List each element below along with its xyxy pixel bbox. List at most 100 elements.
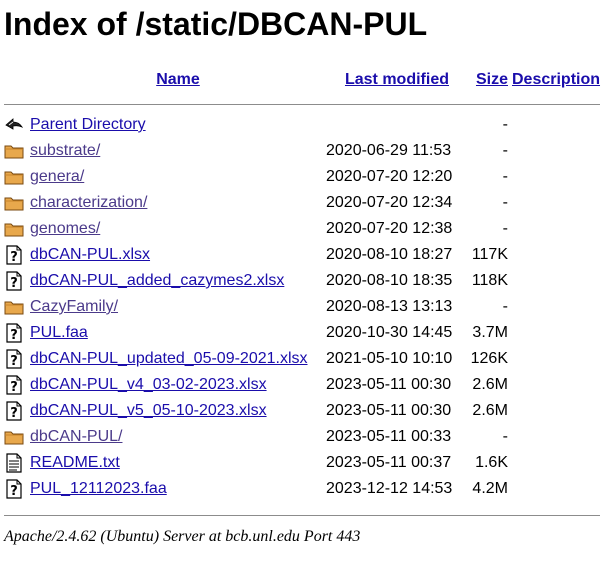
description-cell	[508, 450, 608, 476]
table-row: ? dbCAN-PUL_added_cazymes2.xlsx 2020-08-10…	[4, 268, 608, 294]
icon-cell: ?	[4, 372, 30, 398]
size-column-header: Size	[468, 64, 508, 96]
size-cell: -	[502, 116, 508, 133]
sort-by-description-link[interactable]: Description	[512, 71, 600, 88]
last-modified-cell: 2020-07-20 12:20	[326, 168, 453, 185]
table-row: substrate/2020-06-29 11:53 -	[4, 138, 608, 164]
parent-directory-row: Parent Directory -	[4, 112, 608, 138]
table-row: ? dbCAN-PUL_v4_03-02-2023.xlsx 2023-05-11 …	[4, 372, 608, 398]
parent-directory-link[interactable]: Parent Directory	[30, 116, 146, 133]
unknown-file-icon: ?	[4, 479, 24, 499]
size-cell: 1.6K	[475, 454, 508, 471]
last-modified-cell: 2021-05-10 10:10	[326, 350, 453, 367]
size-cell: 126K	[470, 350, 508, 367]
name-cell: CazyFamily/	[30, 294, 326, 320]
svg-text:?: ?	[10, 380, 18, 395]
directory-listing-page: Index of /static/DBCAN-PUL Name Last mod…	[0, 0, 612, 575]
table-row: ? PUL.faa 2020-10-30 14:45 3.7M	[4, 320, 608, 346]
folder-icon	[4, 193, 24, 213]
last-modified-cell: 2020-08-13 13:13	[326, 298, 453, 315]
name-cell: dbCAN-PUL_v5_05-10-2023.xlsx	[30, 398, 326, 424]
file-link[interactable]: PUL_12112023.faa	[30, 480, 167, 497]
unknown-file-icon: ?	[4, 349, 24, 369]
sort-by-name-link[interactable]: Name	[156, 71, 200, 88]
last-modified-cell: 2023-12-12 14:53	[326, 480, 453, 497]
size-cell: 2.6M	[472, 402, 508, 419]
folder-icon	[4, 141, 24, 161]
svg-text:?: ?	[10, 484, 18, 499]
back-icon	[4, 115, 24, 135]
name-cell: dbCAN-PUL_v4_03-02-2023.xlsx	[30, 372, 326, 398]
svg-text:?: ?	[10, 250, 18, 265]
svg-text:?: ?	[10, 354, 18, 369]
description-cell	[508, 294, 608, 320]
file-link[interactable]: genera/	[30, 168, 84, 185]
last-modified-cell: 2023-05-11 00:37	[326, 454, 452, 471]
last-modified-cell: 2020-10-30 14:45	[326, 324, 453, 341]
file-link[interactable]: dbCAN-PUL_added_cazymes2.xlsx	[30, 272, 284, 289]
file-link[interactable]: dbCAN-PUL_updated_05-09-2021.xlsx	[30, 350, 308, 367]
size-cell: 3.7M	[472, 324, 508, 341]
description-cell	[508, 164, 608, 190]
last-modified-cell: 2020-06-29 11:53	[326, 142, 452, 159]
size-cell: -	[502, 142, 508, 159]
last-modified-cell: 2023-05-11 00:30	[326, 402, 452, 419]
name-cell: Parent Directory	[30, 112, 326, 138]
sort-by-size-link[interactable]: Size	[476, 71, 508, 88]
size-cell: -	[502, 194, 508, 211]
last-modified-column-header: Last modified	[326, 64, 468, 96]
description-cell	[508, 190, 608, 216]
svg-text:?: ?	[10, 406, 18, 421]
icon-cell: ?	[4, 346, 30, 372]
file-link[interactable]: genomes/	[30, 220, 100, 237]
unknown-file-icon: ?	[4, 245, 24, 265]
unknown-file-icon: ?	[4, 401, 24, 421]
file-link[interactable]: characterization/	[30, 194, 147, 211]
size-cell: -	[502, 298, 508, 315]
file-link[interactable]: substrate/	[30, 142, 100, 159]
size-cell: -	[502, 168, 508, 185]
description-cell	[508, 138, 608, 164]
sort-by-last-modified-link[interactable]: Last modified	[345, 71, 449, 88]
footer-divider	[4, 515, 600, 516]
icon-cell	[4, 190, 30, 216]
name-cell: dbCAN-PUL.xlsx	[30, 242, 326, 268]
file-link[interactable]: dbCAN-PUL_v5_05-10-2023.xlsx	[30, 402, 267, 419]
name-cell: dbCAN-PUL_added_cazymes2.xlsx	[30, 268, 326, 294]
file-link[interactable]: PUL.faa	[30, 324, 88, 341]
size-cell: -	[502, 428, 508, 445]
file-link[interactable]: README.txt	[30, 454, 120, 471]
description-cell	[508, 216, 608, 242]
server-signature: Apache/2.4.62 (Ubuntu) Server at bcb.unl…	[4, 528, 361, 545]
table-row: ? dbCAN-PUL_v5_05-10-2023.xlsx 2023-05-11 …	[4, 398, 608, 424]
file-link[interactable]: dbCAN-PUL.xlsx	[30, 246, 150, 263]
name-cell: dbCAN-PUL/	[30, 424, 326, 450]
icon-cell	[4, 424, 30, 450]
file-link[interactable]: dbCAN-PUL/	[30, 428, 122, 445]
description-cell	[508, 112, 608, 138]
file-link[interactable]: CazyFamily/	[30, 298, 118, 315]
name-column-header: Name	[30, 64, 326, 96]
name-cell: genomes/	[30, 216, 326, 242]
folder-icon	[4, 167, 24, 187]
table-row: genomes/2020-07-20 12:38 -	[4, 216, 608, 242]
name-cell: dbCAN-PUL_updated_05-09-2021.xlsx	[30, 346, 326, 372]
table-header-row: Name Last modified Size Description	[4, 64, 608, 96]
table-row: ? dbCAN-PUL_updated_05-09-2021.xlsx 2021-0…	[4, 346, 608, 372]
size-cell: 4.2M	[472, 480, 508, 497]
text-file-icon	[4, 453, 24, 473]
size-cell: 118K	[471, 272, 508, 289]
file-link[interactable]: dbCAN-PUL_v4_03-02-2023.xlsx	[30, 376, 267, 393]
icon-cell	[4, 450, 30, 476]
size-cell: -	[502, 220, 508, 237]
folder-icon	[4, 297, 24, 317]
icon-cell	[4, 164, 30, 190]
table-row: dbCAN-PUL/2023-05-11 00:33 -	[4, 424, 608, 450]
last-modified-cell: 2020-07-20 12:34	[326, 194, 453, 211]
svg-text:?: ?	[10, 328, 18, 343]
description-cell	[508, 242, 608, 268]
description-cell	[508, 476, 608, 502]
icon-cell: ?	[4, 398, 30, 424]
unknown-file-icon: ?	[4, 323, 24, 343]
description-cell	[508, 398, 608, 424]
